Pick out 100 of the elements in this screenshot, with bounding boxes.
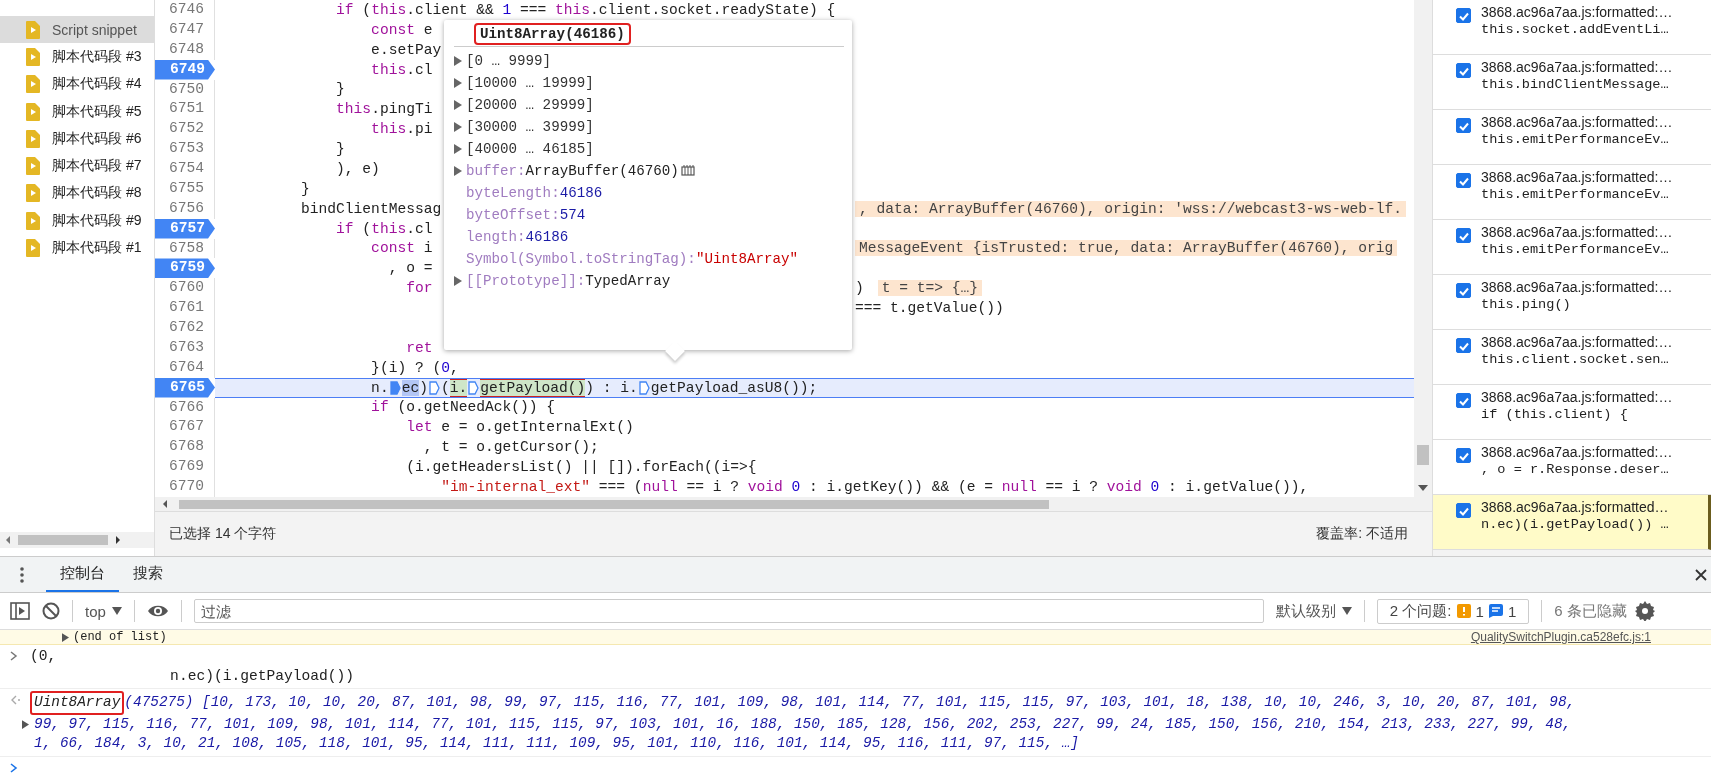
line-number[interactable]: 6747: [155, 19, 215, 40]
expand-arrow-icon[interactable]: [454, 56, 462, 66]
breakpoint-item[interactable]: 3868.ac96a7aa.js:formatted:… this.client.socket.sen…: [1433, 330, 1711, 385]
breakpoint-item[interactable]: 3868.ac96a7aa.js:formatted:… this.emitPerformanceEv…: [1433, 110, 1711, 165]
source-link[interactable]: QualitySwitchPlugin.ca528efc.js:1: [1470, 630, 1651, 644]
drawer-tab[interactable]: 控制台: [46, 557, 119, 592]
breakpoint-item[interactable]: 3868.ac96a7aa.js:formatted:… this.emitPerformanceEv…: [1433, 165, 1711, 220]
breakpoint-item[interactable]: 3868.ac96a7aa.js:formatted:… this.emitPerformanceEv…: [1433, 220, 1711, 275]
snippet-item[interactable]: Script snippet: [0, 16, 154, 44]
array-range[interactable]: [10000 … 19999]: [466, 75, 594, 91]
eye-icon[interactable]: [146, 604, 169, 618]
expand-arrow-icon[interactable]: [454, 100, 462, 110]
sidebar-toggle-icon[interactable]: [10, 602, 30, 620]
inline-breakpoint-icon[interactable]: [389, 380, 401, 395]
expand-arrow-icon[interactable]: [454, 78, 462, 88]
checkbox[interactable]: [1456, 338, 1471, 353]
array-range[interactable]: [40000 … 46185]: [466, 141, 594, 157]
snippet-item[interactable]: 脚本代码段 #1: [0, 234, 154, 262]
checkbox[interactable]: [1456, 503, 1471, 518]
breakpoint-item[interactable]: 3868.ac96a7aa.js:formatted:… this.ping(): [1433, 275, 1711, 330]
close-icon[interactable]: [1695, 568, 1707, 581]
breakpoint-item[interactable]: 3868.ac96a7aa.js:formatted:… this.bindClientMessage…: [1433, 55, 1711, 110]
snippet-item[interactable]: 脚本代码段 #5: [0, 97, 154, 126]
line-number[interactable]: 6756: [155, 198, 215, 219]
array-range[interactable]: [0 … 9999]: [466, 53, 552, 69]
line-number[interactable]: 6761: [155, 298, 215, 318]
line-number[interactable]: 6758: [155, 238, 215, 259]
line-number[interactable]: 6760: [155, 278, 215, 299]
snippet-item[interactable]: 脚本代码段 #4: [0, 70, 154, 98]
checkbox[interactable]: [1456, 228, 1471, 243]
line-number[interactable]: 6754: [155, 159, 215, 179]
line-number[interactable]: 6757: [155, 218, 215, 239]
line-number[interactable]: 6768: [155, 437, 215, 458]
line-number[interactable]: 6751: [155, 99, 215, 120]
settings-icon[interactable]: [1634, 601, 1655, 621]
line-number[interactable]: 6765: [155, 377, 215, 398]
scroll-left-icon[interactable]: [4, 535, 12, 545]
drawer-tab[interactable]: 搜索: [119, 557, 177, 592]
expand-arrow-icon[interactable]: [454, 122, 462, 132]
line-number[interactable]: 6759: [155, 258, 215, 279]
scroll-left-icon[interactable]: [161, 499, 169, 509]
scrollbar-thumb[interactable]: [18, 535, 108, 545]
expand-arrow-icon[interactable]: [454, 276, 462, 286]
log-level-dropdown[interactable]: 默认级别: [1275, 601, 1352, 621]
checkbox[interactable]: [1456, 63, 1471, 78]
memory-icon[interactable]: [680, 165, 695, 177]
expand-arrow-icon[interactable]: [22, 719, 29, 729]
array-range[interactable]: [20000 … 29999]: [466, 97, 594, 113]
line-number[interactable]: 6764: [155, 357, 215, 378]
code-line: this.cl: [370, 61, 433, 78]
line-number[interactable]: 6746: [155, 0, 215, 20]
line-number[interactable]: 6763: [155, 337, 215, 358]
expand-arrow-icon[interactable]: [62, 632, 69, 642]
line-number[interactable]: 6769: [155, 457, 215, 477]
snippet-item[interactable]: 脚本代码段 #3: [0, 43, 154, 71]
line-number[interactable]: 6748: [155, 39, 215, 60]
checkbox[interactable]: [1456, 393, 1471, 408]
expand-arrow-icon[interactable]: [454, 144, 462, 154]
checkbox[interactable]: [1456, 448, 1471, 463]
horizontal-scrollbar[interactable]: [0, 532, 154, 548]
breakpoint-item[interactable]: 3868.ac96a7aa.js:formatted:… if (this.client) {: [1433, 385, 1711, 440]
line-number[interactable]: 6762: [155, 318, 215, 338]
more-menu-icon[interactable]: [20, 566, 24, 583]
line-number[interactable]: 6766: [155, 397, 215, 418]
breakpoint-item[interactable]: 3868.ac96a7aa.js:formatted… n.ec)(i.getPayload()) …: [1433, 495, 1711, 550]
line-number[interactable]: 6755: [155, 178, 215, 199]
breakpoint-item[interactable]: 3868.ac96a7aa.js:formatted:… this.socket.addEventLi…: [1433, 0, 1711, 55]
scroll-right-icon[interactable]: [114, 535, 122, 545]
inline-breakpoint-icon[interactable]: [638, 380, 650, 395]
scrollbar-thumb[interactable]: [179, 499, 1049, 509]
context-dropdown[interactable]: top: [85, 602, 122, 620]
issues-button[interactable]: 2 个问题: 1 1: [1376, 598, 1530, 624]
scroll-down-icon[interactable]: [1418, 485, 1428, 491]
checkbox[interactable]: [1456, 118, 1471, 133]
filter-field[interactable]: 过滤: [193, 599, 1264, 623]
line-number[interactable]: 6750: [155, 79, 215, 100]
input-chevron-icon: [10, 651, 18, 661]
clear-console-icon[interactable]: [42, 602, 60, 620]
expand-arrow-icon[interactable]: [454, 166, 462, 176]
checkbox[interactable]: [1456, 283, 1471, 298]
property-value: 574: [559, 207, 586, 223]
vertical-scrollbar[interactable]: [1414, 0, 1432, 497]
horizontal-scrollbar[interactable]: [155, 497, 1432, 511]
snippet-item[interactable]: 脚本代码段 #8: [0, 179, 154, 208]
snippet-item[interactable]: 脚本代码段 #6: [0, 125, 154, 153]
checkbox[interactable]: [1456, 8, 1471, 23]
line-number[interactable]: 6749: [155, 59, 215, 80]
code-line: this.pi: [370, 121, 433, 138]
snippet-item[interactable]: 脚本代码段 #7: [0, 152, 154, 180]
breakpoint-item[interactable]: 3868.ac96a7aa.js:formatted:… , o = r.Response.deser…: [1433, 440, 1711, 495]
checkbox[interactable]: [1456, 173, 1471, 188]
scrollbar-thumb[interactable]: [1417, 445, 1429, 465]
line-number[interactable]: 6753: [155, 139, 215, 159]
array-range[interactable]: [30000 … 39999]: [466, 119, 594, 135]
line-number[interactable]: 6770: [155, 477, 215, 497]
line-number[interactable]: 6767: [155, 417, 215, 438]
line-number[interactable]: 6752: [155, 119, 215, 140]
snippet-item[interactable]: 脚本代码段 #9: [0, 207, 154, 235]
inline-breakpoint-icon[interactable]: [428, 380, 440, 395]
prompt-chevron-icon[interactable]: [10, 762, 18, 773]
